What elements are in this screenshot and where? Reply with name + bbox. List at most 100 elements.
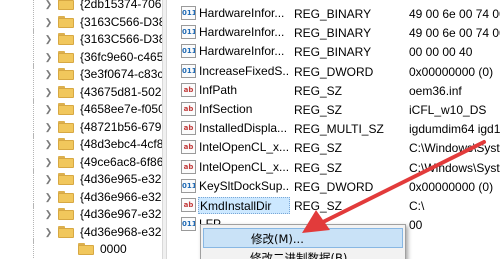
value-type: REG_MULTI_SZ [294, 122, 384, 137]
binary-value-icon: 011 [181, 25, 196, 40]
value-name: HardwareInfor... [199, 44, 285, 59]
folder-icon [58, 120, 74, 133]
binary-value-icon: 011 [181, 6, 196, 20]
value-name: InstalledDispla... [199, 121, 288, 136]
registry-value-row[interactable]: 011 HardwareInfor... REG_BINARY 49 00 6e 00… [167, 4, 500, 23]
context-menu: 修改(M)... 修改二进制数据(B)... [200, 224, 406, 259]
value-name: IncreaseFixedS... [199, 63, 290, 78]
chevron-right-icon[interactable]: ❯ [44, 174, 53, 185]
value-name: HardwareInfor... [199, 6, 285, 20]
value-name: KeySltDockSup... [199, 178, 290, 193]
tree-item-label: {48d3ebc4-4cf8 [80, 137, 162, 151]
chevron-right-icon[interactable]: ❯ [44, 104, 53, 115]
string-value-icon: ab [181, 82, 196, 97]
value-name: InfPath [199, 82, 238, 97]
value-data: iCFL_w10_DS [409, 103, 487, 117]
registry-value-row[interactable]: 011 HardwareInfor... REG_BINARY 49 00 6e 00… [167, 23, 500, 42]
folder-icon [58, 50, 74, 63]
menu-item-modify-binary-label: 修改二进制数据(B)... [250, 251, 359, 259]
value-type: REG_SZ [294, 199, 343, 213]
value-name: InfSection [199, 102, 253, 116]
folder-icon [58, 208, 74, 220]
binary-value-icon: 011 [181, 217, 196, 232]
value-data: 49 00 6e 00 74 00 [409, 7, 500, 21]
value-type: REG_BINARY [294, 26, 372, 41]
registry-value-row[interactable]: 011 IncreaseFixedS... REG_DWORD 0x00000000 … [167, 62, 500, 81]
value-name: KmdInstallDir [198, 197, 290, 214]
registry-value-row[interactable]: 011 HardwareInfor... REG_BINARY 00 00 00 40 [167, 42, 500, 61]
tree-item-label: {49ce6ac8-6f86 [80, 154, 162, 169]
registry-value-row[interactable]: ab IntelOpenCL_x... REG_SZ C:\Windows\Syste [167, 158, 500, 177]
value-data: 49 00 6e 00 74 00 [409, 26, 500, 41]
value-data: C:\Windows\Syste [409, 160, 500, 175]
menu-item-modify-label: 修改(M)... [251, 232, 304, 246]
tree-item[interactable]: ❯0000 [0, 239, 162, 259]
binary-value-icon: 011 [181, 44, 196, 59]
value-name: IntelOpenCL_x... [199, 159, 290, 174]
registry-value-row[interactable]: ab InfPath REG_SZ oem36.inf [167, 81, 500, 100]
tree-item-label: {4658ee7e-f050 [80, 102, 162, 116]
value-data: 00 [409, 218, 423, 233]
string-value-icon: ab [181, 198, 196, 212]
chevron-right-icon[interactable]: ❯ [44, 157, 53, 168]
registry-value-row[interactable]: ab InstalledDispla... REG_MULTI_SZ igdumdim… [167, 119, 500, 138]
menu-item-modify[interactable]: 修改(M)... [203, 228, 403, 248]
binary-value-icon: 011 [181, 178, 196, 193]
value-data: igdumdim64 igd1 [409, 122, 500, 137]
folder-icon [58, 173, 74, 185]
tree-item-label: {36fc9e60-c465 [80, 49, 162, 64]
chevron-right-icon[interactable]: ❯ [44, 139, 53, 150]
tree-guide-line [33, 239, 34, 259]
value-type: REG_BINARY [294, 45, 372, 60]
chevron-right-icon[interactable]: ❯ [44, 52, 53, 63]
tree-item-label: {4d36e966-e32 [80, 189, 162, 204]
folder-icon [78, 243, 94, 255]
tree-item-label: {2db15374-706 [80, 0, 162, 11]
registry-value-row[interactable]: 011 KeySltDockSup... REG_DWORD 0x00000000 (… [167, 177, 500, 196]
value-data: 0x00000000 (0) [409, 179, 494, 194]
tree-item-label: {4d36e967-e32 [80, 207, 162, 221]
chevron-right-icon[interactable]: ❯ [44, 227, 53, 238]
value-name: IntelOpenCL_x... [199, 140, 290, 155]
chevron-right-icon[interactable]: ❯ [44, 34, 53, 45]
registry-key-tree[interactable]: ❯ {2db15374-706 ❯ {3163C566-D38 ❯ {3163C566-D… [0, 0, 162, 259]
value-data: C:\Windows\Syste [409, 141, 500, 156]
tree-item-label: {3163C566-D38 [80, 32, 162, 46]
value-type: REG_SZ [294, 83, 343, 98]
tree-item-label: 0000 [100, 242, 127, 256]
menu-item-modify-binary[interactable]: 修改二进制数据(B)... [203, 248, 403, 259]
chevron-right-icon[interactable]: ❯ [44, 122, 53, 133]
registry-value-row[interactable]: ab KmdInstallDir REG_SZ C:\ [167, 196, 500, 215]
value-type: REG_DWORD [294, 64, 374, 79]
chevron-right-icon[interactable]: ❯ [44, 209, 53, 220]
string-value-icon: ab [181, 159, 196, 174]
tree-item-label: {3163C566-D38 [80, 14, 162, 29]
value-data: 00 00 00 40 [409, 45, 473, 60]
folder-icon [58, 103, 74, 115]
tree-item-label: {4d36e965-e32 [80, 172, 162, 186]
folder-icon [58, 68, 74, 80]
folder-icon [58, 225, 74, 238]
value-type: REG_SZ [294, 103, 343, 117]
chevron-right-icon[interactable]: ❯ [44, 0, 53, 10]
value-type: REG_SZ [294, 160, 343, 175]
folder-icon [58, 155, 74, 168]
folder-icon [58, 190, 74, 203]
value-type: REG_SZ [294, 141, 343, 156]
folder-icon [58, 0, 74, 10]
folder-icon [58, 33, 74, 45]
value-type: REG_BINARY [294, 7, 372, 21]
registry-value-row[interactable]: ab InfSection REG_SZ iCFL_w10_DS [167, 100, 500, 119]
chevron-right-icon[interactable]: ❯ [44, 192, 53, 203]
tree-item-label: {3e3f0674-c83c [80, 67, 162, 81]
value-type: REG_DWORD [294, 179, 374, 194]
string-value-icon: ab [181, 121, 196, 136]
registry-value-row[interactable]: ab IntelOpenCL_x... REG_SZ C:\Windows\Syste [167, 138, 500, 157]
chevron-right-icon[interactable]: ❯ [44, 87, 53, 98]
tree-item-label: {4d36e968-e32 [80, 224, 162, 239]
chevron-right-icon[interactable]: ❯ [44, 17, 53, 28]
value-data: oem36.inf [409, 83, 462, 98]
registry-values-list[interactable]: 011 HardwareInfor... REG_BINARY 49 00 6e 00… [167, 0, 500, 259]
folder-icon [58, 138, 74, 150]
chevron-right-icon[interactable]: ❯ [44, 69, 53, 80]
